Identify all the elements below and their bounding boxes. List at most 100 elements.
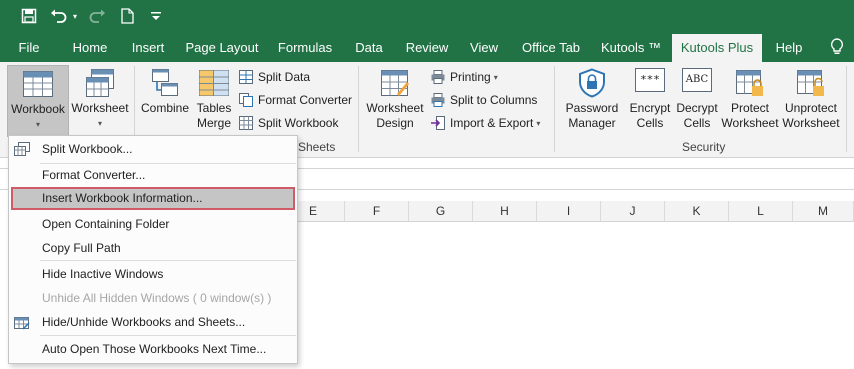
save-icon[interactable]	[18, 5, 40, 27]
menu-item-auto-open-workbooks[interactable]: Auto Open Those Workbooks Next Time...	[9, 338, 297, 361]
workbook-button[interactable]: Workbook ▾	[7, 65, 69, 137]
ribbon-tabs: File Home Insert Page Layout Formulas Da…	[0, 33, 854, 62]
menu-item-label: Format Converter...	[42, 168, 146, 182]
menu-separator	[40, 335, 296, 336]
lightbulb-icon[interactable]	[830, 38, 844, 59]
menu-item-label: Copy Full Path	[42, 241, 121, 255]
decrypt-cells-label-line1: Decrypt	[676, 101, 718, 115]
menu-item-label: Hide/Unhide Workbooks and Sheets...	[42, 315, 246, 329]
menu-item-copy-full-path[interactable]: Copy Full Path	[9, 237, 297, 260]
tab-data[interactable]: Data	[346, 33, 392, 62]
printer-icon	[431, 70, 445, 84]
divider	[554, 66, 555, 152]
tab-kutools-plus[interactable]: Kutools Plus	[672, 34, 762, 62]
menu-item-hide-unhide-workbooks-and-sheets[interactable]: Hide/Unhide Workbooks and Sheets...	[9, 311, 297, 334]
chevron-down-icon: ▾	[97, 119, 102, 128]
chevron-down-icon: ▾	[493, 72, 498, 82]
tab-kutools[interactable]: Kutools ™	[596, 33, 666, 62]
tab-home[interactable]: Home	[64, 33, 116, 62]
import-export-button[interactable]: Import & Export ▾	[430, 113, 540, 133]
split-workbook-button[interactable]: Split Workbook	[238, 113, 338, 133]
menu-item-open-containing-folder[interactable]: Open Containing Folder	[9, 213, 297, 236]
password-manager-label-line1: Password	[565, 101, 619, 115]
tab-insert[interactable]: Insert	[124, 33, 172, 62]
encrypt-cells-label-line2: Cells	[636, 116, 664, 130]
column-header-l[interactable]: L	[729, 201, 793, 222]
column-header-f[interactable]: F	[345, 201, 409, 222]
password-manager-button[interactable]: Password Manager	[560, 65, 624, 137]
shield-lock-icon	[579, 68, 605, 98]
worksheet-icon	[86, 69, 114, 97]
combine-button[interactable]: Combine	[139, 65, 191, 137]
security-group-label: Security	[682, 140, 726, 154]
tab-file[interactable]: File	[10, 33, 48, 62]
encrypt-cells-label-line1: Encrypt	[629, 101, 671, 115]
worksheet-design-label-line1: Worksheet	[366, 101, 424, 115]
column-header-k[interactable]: K	[665, 201, 729, 222]
divider	[358, 66, 359, 152]
split-data-icon	[239, 70, 253, 84]
undo-icon[interactable]	[48, 5, 70, 27]
tab-page-layout[interactable]: Page Layout	[180, 33, 264, 62]
worksheet-design-button[interactable]: Worksheet Design	[363, 65, 427, 137]
column-header-h[interactable]: H	[473, 201, 537, 222]
column-header-g[interactable]: G	[409, 201, 473, 222]
menu-item-hide-inactive-windows[interactable]: Hide Inactive Windows	[9, 263, 297, 286]
worksheet-design-label-line2: Design	[376, 116, 414, 130]
workbook-label: Workbook	[11, 102, 65, 116]
unprotect-worksheet-label-line1: Unprotect	[784, 101, 838, 115]
tab-office-tab[interactable]: Office Tab	[514, 33, 588, 62]
decrypt-icon: ABC	[682, 68, 712, 92]
column-header-m[interactable]: M	[793, 201, 854, 222]
tab-view[interactable]: View	[462, 33, 506, 62]
tab-review[interactable]: Review	[400, 33, 454, 62]
tables-merge-icon	[199, 70, 229, 96]
split-workbook-label: Split Workbook	[258, 116, 339, 130]
lock-sheet-icon	[736, 70, 763, 96]
split-to-columns-label: Split to Columns	[450, 93, 538, 107]
printing-label: Printing	[450, 70, 491, 84]
split-data-button[interactable]: Split Data	[238, 67, 310, 87]
sheets-group-label: Sheets	[298, 140, 336, 154]
format-converter-label: Format Converter	[258, 93, 353, 107]
tab-help[interactable]: Help	[770, 33, 808, 62]
combine-icon	[152, 69, 178, 96]
new-document-icon[interactable]	[118, 5, 136, 27]
encrypt-cells-button[interactable]: *** Encrypt Cells	[626, 65, 674, 137]
redo-icon[interactable]	[86, 5, 108, 27]
menu-item-label: Auto Open Those Workbooks Next Time...	[42, 342, 267, 356]
column-header-j[interactable]: J	[601, 201, 665, 222]
printing-button[interactable]: Printing ▾	[430, 67, 498, 87]
format-converter-button[interactable]: Format Converter	[238, 90, 352, 110]
menu-item-format-converter[interactable]: Format Converter...	[9, 164, 297, 187]
workbook-dropdown-menu: Split Workbook... Format Converter... In…	[8, 135, 298, 364]
import-export-icon	[431, 116, 445, 130]
menu-item-insert-workbook-information[interactable]: Insert Workbook Information...	[11, 187, 295, 210]
menu-item-label: Hide Inactive Windows	[42, 267, 164, 281]
worksheet-button[interactable]: Worksheet ▾	[69, 65, 131, 137]
chevron-down-icon: ▾	[536, 118, 541, 128]
unlock-sheet-icon	[797, 70, 824, 96]
customize-dropdown-icon[interactable]	[148, 5, 164, 27]
protect-worksheet-label-line1: Protect	[730, 101, 769, 115]
split-data-label: Split Data	[258, 70, 311, 84]
column-header-i[interactable]: I	[537, 201, 601, 222]
decrypt-cells-button[interactable]: ABC Decrypt Cells	[675, 65, 719, 137]
import-export-label: Import & Export	[450, 116, 534, 130]
split-workbook-icon	[239, 116, 253, 130]
chevron-down-icon: ▾	[35, 120, 40, 129]
unprotect-worksheet-button[interactable]: Unprotect Worksheet	[781, 65, 841, 137]
worksheet-label: Worksheet	[71, 101, 129, 115]
split-to-columns-button[interactable]: Split to Columns	[430, 90, 537, 110]
menu-item-label: Split Workbook...	[42, 142, 133, 156]
combine-label: Combine	[140, 101, 190, 115]
menu-separator	[40, 260, 296, 261]
tab-formulas[interactable]: Formulas	[272, 33, 338, 62]
workbook-icon	[23, 71, 53, 97]
worksheet-design-icon	[381, 70, 409, 96]
undo-dropdown-icon[interactable]: ▾	[70, 5, 80, 27]
menu-item-split-workbook[interactable]: Split Workbook...	[9, 138, 297, 161]
tables-merge-button[interactable]: Tables Merge	[194, 65, 234, 137]
quick-access-toolbar: ▾	[0, 0, 854, 33]
protect-worksheet-button[interactable]: Protect Worksheet	[720, 65, 780, 137]
